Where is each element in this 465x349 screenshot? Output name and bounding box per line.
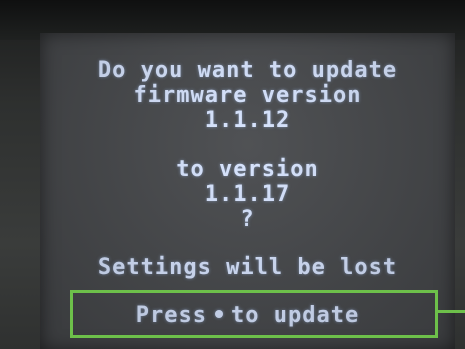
current-version: 1.1.12 [204,108,291,133]
device: Do you want to update firmware version 1… [0,0,465,349]
warning-text: Settings will be lost [97,255,398,280]
question-line-1: Do you want to update [97,58,398,83]
target-version: 1.1.17 [204,182,291,207]
highlight-leader-line [438,310,465,313]
target-label: to version [176,157,319,182]
question-mark: ? [240,207,255,232]
highlight-box [70,290,438,338]
question-line-2: firmware version [133,83,362,108]
